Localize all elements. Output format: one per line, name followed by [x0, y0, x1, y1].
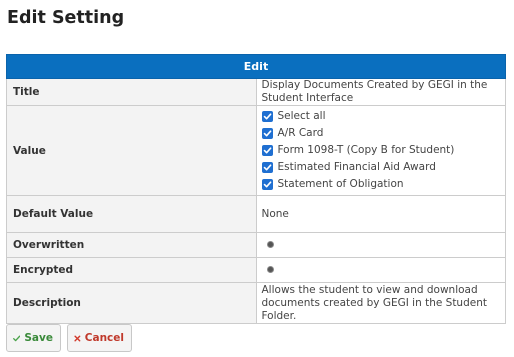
option-label: Statement of Obligation — [277, 178, 404, 190]
option-label: Select all — [277, 110, 326, 122]
checkbox-checked-icon[interactable] — [261, 128, 273, 139]
option-financial-aid[interactable]: Estimated Financial Aid Award — [261, 159, 500, 176]
option-label: Estimated Financial Aid Award — [277, 161, 436, 173]
row-label-value: Value — [6, 105, 257, 196]
table-row-title: Title Display Documents Created by GEGI … — [6, 78, 506, 106]
settings-table: Edit Title Display Documents Created by … — [6, 54, 506, 324]
checkbox-checked-icon[interactable] — [261, 179, 273, 190]
checkbox-checked-icon[interactable] — [261, 145, 273, 156]
save-button-label: Save — [24, 332, 53, 344]
table-row-default: Default Value None — [6, 195, 506, 233]
option-label: A/R Card — [277, 127, 324, 139]
form-actions: Save Cancel — [6, 324, 132, 352]
row-label-title: Title — [6, 78, 257, 106]
default-value: None — [255, 195, 506, 233]
option-ar-card[interactable]: A/R Card — [261, 125, 500, 142]
table-header: Edit — [6, 54, 506, 79]
cancel-button-label: Cancel — [84, 332, 124, 344]
checkbox-checked-icon[interactable] — [261, 111, 273, 122]
overwritten-value — [255, 232, 506, 258]
save-button[interactable]: Save — [6, 324, 61, 352]
option-statement-obligation[interactable]: Statement of Obligation — [261, 176, 500, 193]
row-label-default: Default Value — [6, 195, 257, 233]
status-dot-icon — [266, 240, 274, 248]
close-icon — [74, 335, 81, 341]
cancel-button[interactable]: Cancel — [67, 324, 132, 352]
row-label-encrypted: Encrypted — [6, 257, 257, 283]
page-title: Edit Setting — [7, 8, 125, 28]
encrypted-value — [255, 257, 506, 283]
option-form-1098t[interactable]: Form 1098-T (Copy B for Student) — [261, 142, 500, 159]
row-label-description: Description — [6, 282, 257, 324]
description-value: Allows the student to view and download … — [255, 282, 506, 324]
table-row-overwritten: Overwritten — [6, 232, 506, 258]
row-label-overwritten: Overwritten — [6, 232, 257, 258]
table-row-description: Description Allows the student to view a… — [6, 282, 506, 324]
table-row-value: Value Select all A/R Card Form 1098-T (C… — [6, 105, 506, 196]
checkmark-icon — [13, 335, 21, 341]
edit-panel: Edit Title Display Documents Created by … — [6, 54, 506, 324]
status-dot-icon — [266, 265, 274, 273]
table-row-encrypted: Encrypted — [6, 257, 506, 283]
value-options: Select all A/R Card Form 1098-T (Copy B … — [255, 105, 506, 196]
title-value: Display Documents Created by GEGI in the… — [255, 78, 506, 106]
checkbox-checked-icon[interactable] — [261, 162, 273, 173]
option-label: Form 1098-T (Copy B for Student) — [277, 144, 455, 156]
option-select-all[interactable]: Select all — [261, 108, 500, 125]
